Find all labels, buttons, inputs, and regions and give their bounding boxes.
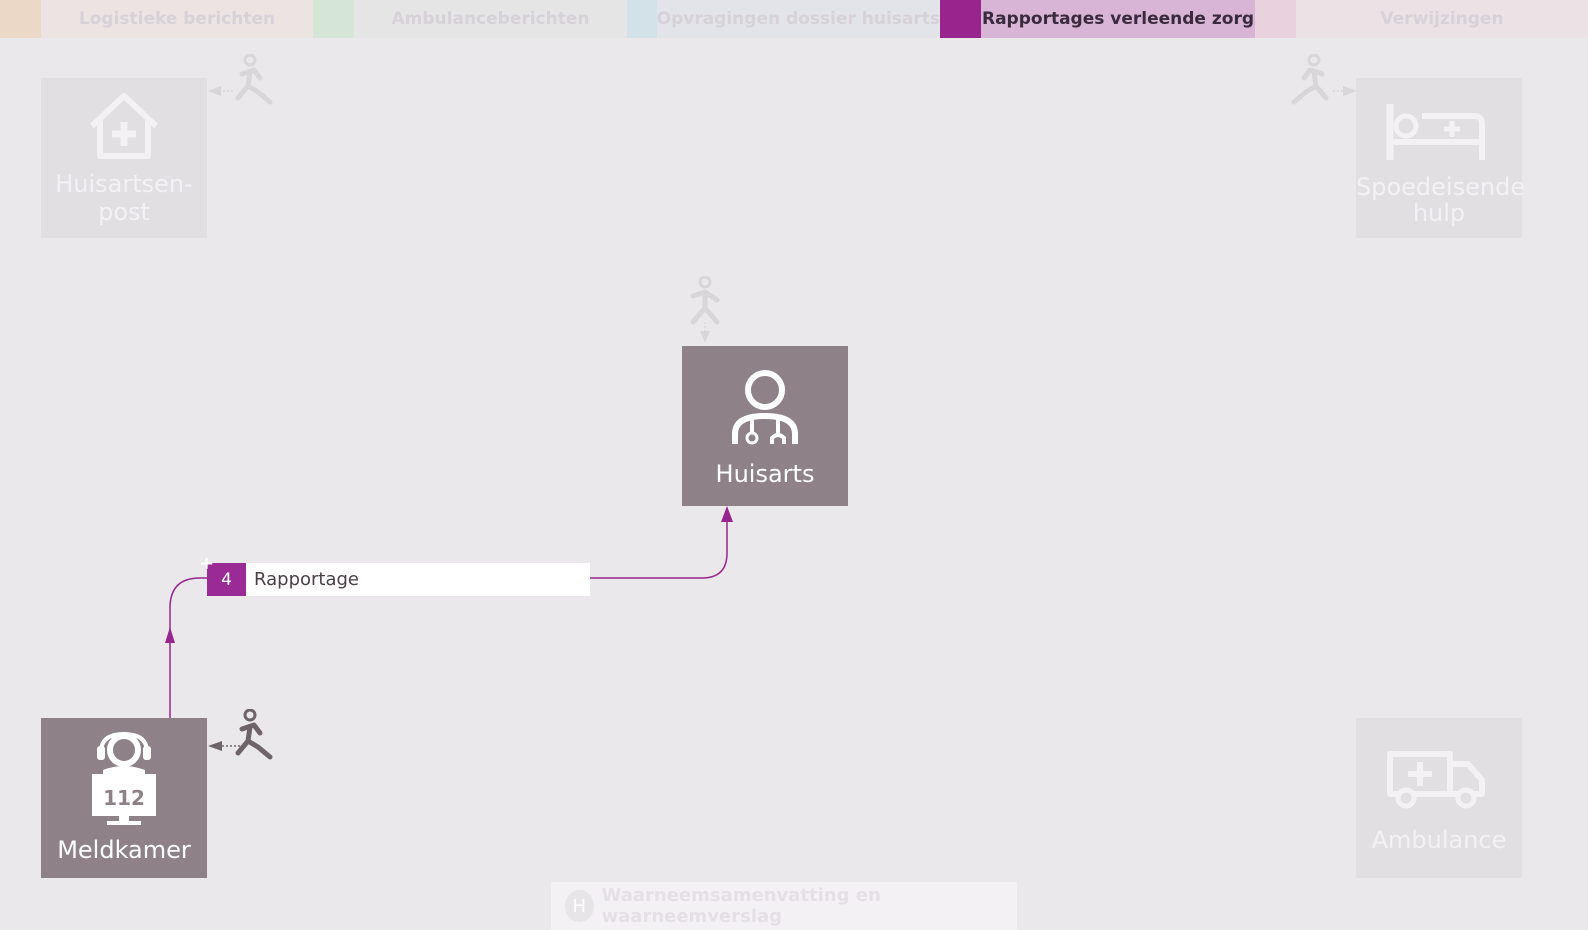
node-label: Meldkamer <box>57 836 191 864</box>
connector-meldkamer-to-message <box>169 577 207 718</box>
footer-label: Waarneemsamenvatting en waarneemverslag <box>601 885 881 927</box>
plus-icon[interactable]: + <box>199 553 214 574</box>
patient-walking-icon <box>235 709 273 760</box>
house-plus-icon <box>89 93 159 159</box>
arrowhead-up-huisarts <box>721 506 733 522</box>
node-label: Ambulance <box>1371 826 1507 854</box>
node-label: Huisartsen- post <box>55 170 193 226</box>
message-label: Rapportage <box>254 569 359 590</box>
badge-h-icon: H <box>565 890 594 922</box>
node-label: Spoedeisende hulp <box>1356 173 1526 227</box>
arrowhead-huisarts-top <box>700 331 710 343</box>
arrowhead-huisartsenpost <box>208 86 221 96</box>
message-rapportage[interactable]: 4 Rapportage <box>207 563 590 596</box>
node-huisartsenpost[interactable]: Huisartsen- post <box>41 78 207 238</box>
connector-message-to-huisarts <box>590 508 728 579</box>
node-huisarts[interactable]: Huisarts <box>682 346 848 506</box>
patient-walking-icon <box>690 276 720 325</box>
patient-walking-icon <box>1291 54 1329 105</box>
dispatcher-headset-icon <box>92 732 156 825</box>
doctor-stethoscope-icon <box>732 370 798 445</box>
arrowhead-meldkamer <box>208 741 222 751</box>
footer-waarneem[interactable]: H Waarneemsamenvatting en waarneemversla… <box>551 882 1017 930</box>
node-label: Huisarts <box>715 460 815 488</box>
node-meldkamer[interactable]: 112 Meldkamer <box>41 718 207 878</box>
node-ambulance[interactable]: Ambulance <box>1356 718 1522 878</box>
hospital-bed-icon <box>1386 104 1485 160</box>
node-spoedeisende-hulp[interactable]: Spoedeisende hulp <box>1356 78 1526 238</box>
patient-walking-icon <box>235 54 273 105</box>
ambulance-icon <box>1387 751 1485 809</box>
arrowhead-spoedeisende-hulp <box>1343 86 1357 96</box>
arrowhead-up-meldkamer <box>165 627 175 643</box>
screen-text: 112 <box>103 786 145 810</box>
